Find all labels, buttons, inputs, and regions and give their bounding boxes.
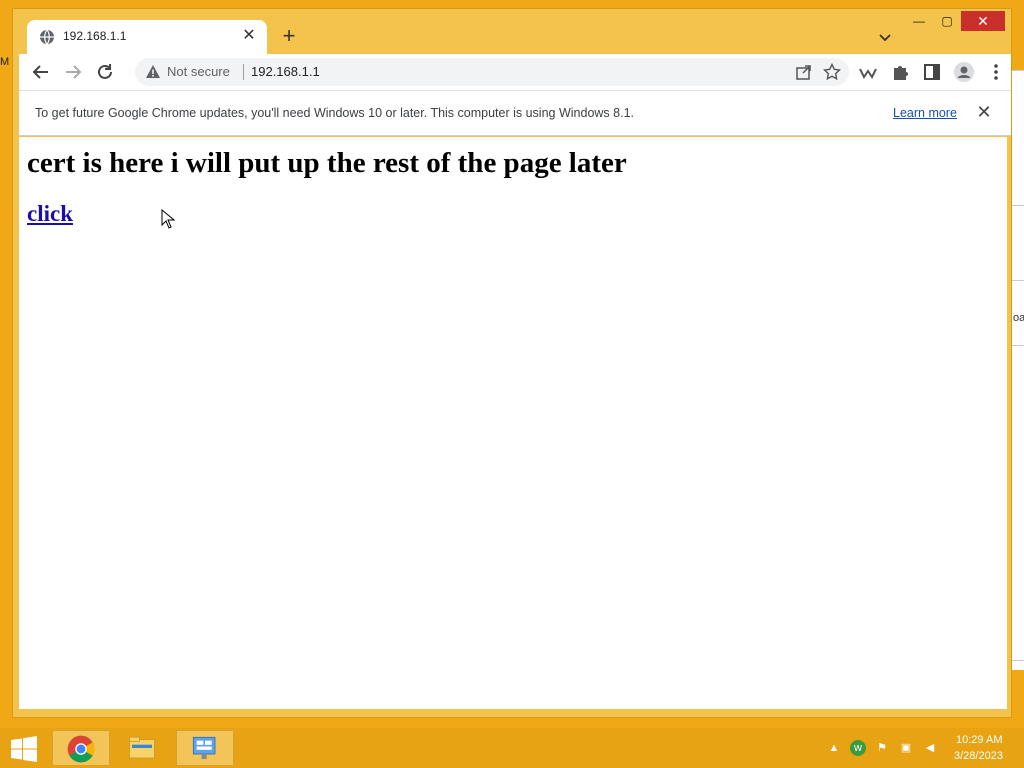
taskbar-file-explorer[interactable] xyxy=(114,730,172,766)
taskbar-chrome[interactable] xyxy=(52,730,110,766)
profile-icon[interactable] xyxy=(953,61,975,83)
security-status[interactable]: Not secure xyxy=(167,64,230,79)
title-bar[interactable]: 192.168.1.1 ✕ + — ▢ ✕ xyxy=(13,9,1011,54)
clock-date[interactable]: 3/28/2023 xyxy=(954,750,1003,762)
infobar-message: To get future Google Chrome updates, you… xyxy=(35,106,634,120)
new-tab-button[interactable]: + xyxy=(277,25,301,49)
menu-icon[interactable] xyxy=(985,61,1007,83)
warning-icon[interactable] xyxy=(145,64,161,80)
infobar-close-icon[interactable]: ✕ xyxy=(973,101,995,123)
star-icon[interactable] xyxy=(823,63,841,81)
taskbar: ▲ w ⚑ ▣ ◀ 10:29 AM 3/28/2023 xyxy=(0,728,1024,768)
desktop-edge-text: M xyxy=(0,56,10,68)
chevron-down-icon[interactable] xyxy=(875,27,895,47)
globe-icon xyxy=(40,29,54,45)
browser-tab[interactable]: 192.168.1.1 ✕ xyxy=(27,20,267,54)
close-window-button[interactable]: ✕ xyxy=(961,11,1005,31)
url-text[interactable]: 192.168.1.1 xyxy=(251,64,320,79)
forward-icon[interactable] xyxy=(61,60,85,84)
address-bar[interactable]: Not secure 192.168.1.1 xyxy=(135,58,849,86)
tray-overflow-icon[interactable]: ▲ xyxy=(826,740,842,756)
browser-toolbar: Not secure 192.168.1.1 xyxy=(19,54,1011,90)
file-explorer-icon xyxy=(129,736,155,759)
page-content: cert is here i will put up the rest of t… xyxy=(19,137,1007,709)
background-window-text: oa xyxy=(1013,312,1024,324)
extension-icon[interactable] xyxy=(857,61,879,83)
reload-icon[interactable] xyxy=(93,60,117,84)
click-link[interactable]: click xyxy=(27,201,73,227)
background-window: oa xyxy=(1010,70,1024,670)
tray-app-icon[interactable]: w xyxy=(850,740,866,756)
update-infobar: To get future Google Chrome updates, you… xyxy=(19,90,1011,136)
browser-window: 192.168.1.1 ✕ + — ▢ ✕ Not secure 192.168… xyxy=(12,8,1012,718)
omnibox-divider xyxy=(243,64,244,80)
taskbar-control-panel[interactable] xyxy=(176,730,234,766)
mouse-cursor-icon xyxy=(161,209,175,229)
chrome-icon xyxy=(67,735,95,763)
volume-muted-icon[interactable]: ◀ xyxy=(922,740,938,756)
control-panel-icon xyxy=(192,736,216,759)
back-icon[interactable] xyxy=(29,60,53,84)
puzzle-icon[interactable] xyxy=(889,61,911,83)
minimize-button[interactable]: — xyxy=(905,11,933,31)
network-icon[interactable]: ▣ xyxy=(898,740,914,756)
clock-time[interactable]: 10:29 AM xyxy=(956,734,1002,746)
share-icon[interactable] xyxy=(795,63,813,81)
page-heading: cert is here i will put up the rest of t… xyxy=(27,147,627,179)
windows-start-icon[interactable] xyxy=(10,736,38,762)
sidepanel-icon[interactable] xyxy=(921,61,943,83)
learn-more-link[interactable]: Learn more xyxy=(893,106,957,120)
maximize-button[interactable]: ▢ xyxy=(933,11,961,31)
tab-title: 192.168.1.1 xyxy=(63,29,127,43)
tab-close-icon[interactable]: ✕ xyxy=(239,26,259,46)
action-center-flag-icon[interactable]: ⚑ xyxy=(874,740,890,756)
